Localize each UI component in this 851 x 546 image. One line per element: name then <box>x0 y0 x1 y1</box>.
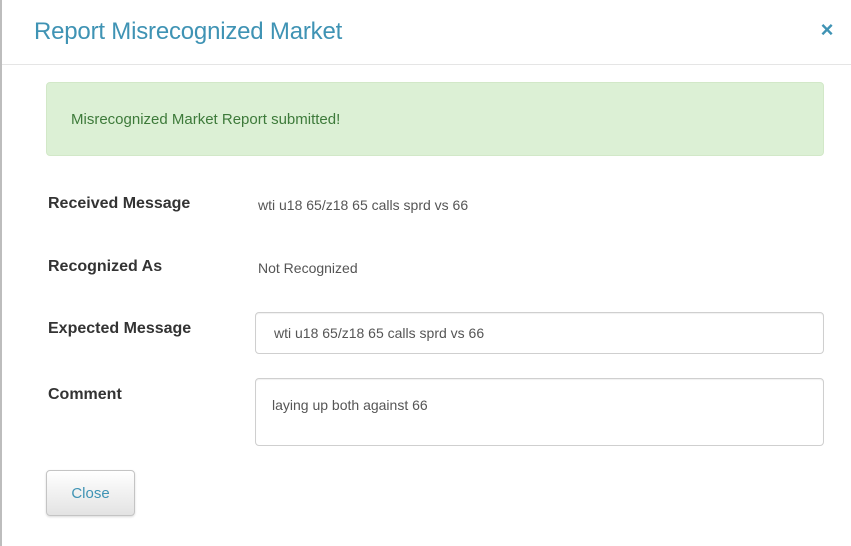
recognized-as-label: Recognized As <box>48 258 163 275</box>
close-button[interactable]: Close <box>46 470 135 516</box>
comment-textarea[interactable]: laying up both against 66 <box>255 378 824 446</box>
report-modal: Report Misrecognized Market × Misrecogni… <box>0 0 851 546</box>
comment-label: Comment <box>48 386 122 403</box>
modal-header: Report Misrecognized Market × <box>2 0 851 65</box>
modal-title: Report Misrecognized Market <box>34 18 343 45</box>
expected-message-input[interactable]: wti u18 65/z18 65 calls sprd vs 66 <box>255 312 824 354</box>
close-icon[interactable]: × <box>817 18 837 42</box>
success-alert: Misrecognized Market Report submitted! <box>46 82 824 156</box>
received-message-label: Received Message <box>48 195 191 212</box>
expected-message-label: Expected Message <box>48 320 192 337</box>
received-message-value: wti u18 65/z18 65 calls sprd vs 66 <box>258 197 469 213</box>
alert-message: Misrecognized Market Report submitted! <box>71 111 341 128</box>
recognized-as-value: Not Recognized <box>258 260 358 276</box>
